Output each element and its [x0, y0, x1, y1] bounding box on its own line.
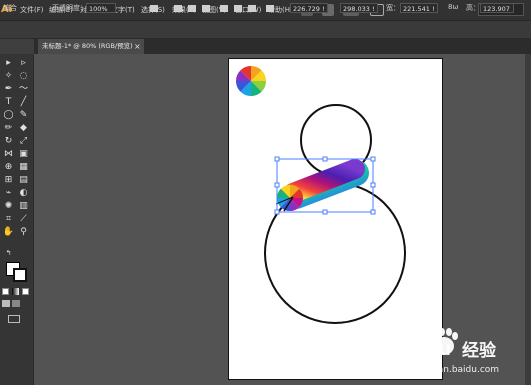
color-wheel[interactable]: [236, 66, 266, 96]
watermark-suffix: 经验: [462, 340, 497, 361]
watermark-url: jingyan.baidu.com: [415, 365, 499, 375]
blend-capsule[interactable]: [275, 159, 369, 212]
watermark-brand: Baidu: [398, 339, 451, 360]
baidu-watermark: Baidu 经验 jingyan.baidu.com: [398, 328, 499, 375]
